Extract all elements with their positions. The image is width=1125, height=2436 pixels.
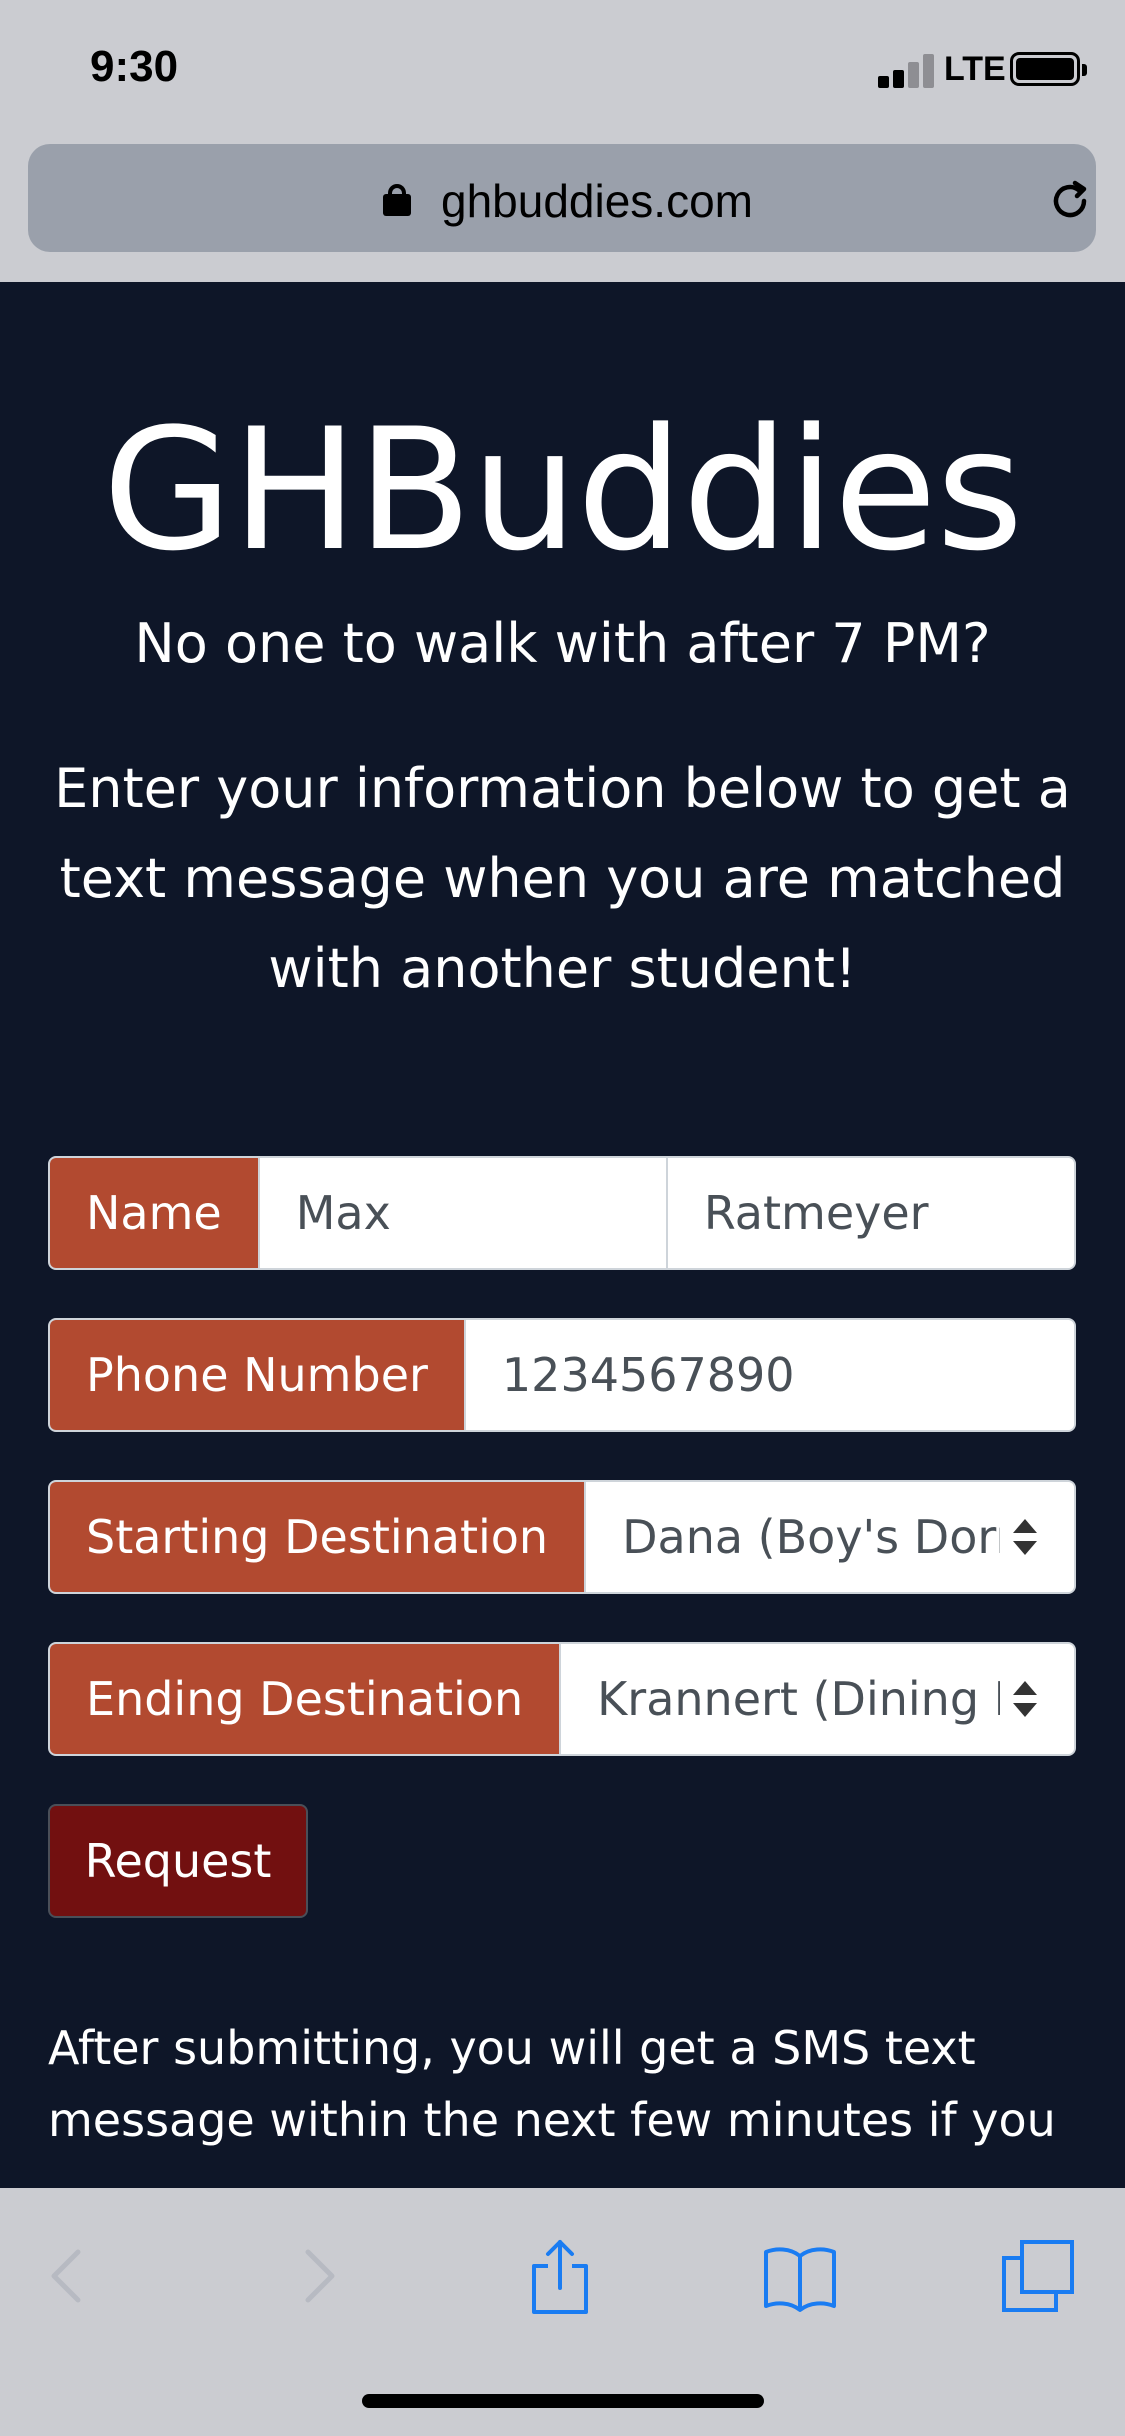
request-button[interactable]: Request [48,1804,308,1918]
start-destination-label: Starting Destination [50,1482,587,1592]
status-time: 9:30 [90,42,179,91]
end-destination-group: Ending Destination Krannert (Dining H [48,1642,1076,1756]
end-destination-select[interactable]: Krannert (Dining H [561,1644,1074,1754]
share-icon[interactable] [520,2236,600,2316]
phone-input-group: Phone Number 1234567890 [48,1318,1076,1432]
battery-icon [1010,52,1087,86]
select-arrows-icon [1012,1679,1038,1719]
status-bar: 9:30 LTE [0,0,1125,140]
lead-text: No one to walk with after 7 PM? [134,612,991,675]
browser-address-area: ghbuddies.com [0,140,1125,282]
back-icon[interactable] [30,2236,110,2316]
reload-icon[interactable] [1046,177,1094,225]
lock-icon [383,184,411,216]
name-input-group: Name Max Ratmeyer [48,1156,1076,1270]
page-title: GHBuddies [102,392,1023,588]
first-name-field[interactable]: Max [259,1158,666,1268]
home-indicator[interactable] [362,2394,764,2408]
end-destination-value: Krannert (Dining H [597,1672,1000,1726]
forward-icon[interactable] [276,2236,356,2316]
end-destination-label: Ending Destination [50,1644,562,1754]
phone-field[interactable]: 1234567890 [465,1320,1074,1430]
start-destination-value: Dana (Boy's Dorm [622,1510,1000,1564]
url-text[interactable]: ghbuddies.com [441,174,753,228]
intro-text: Enter your information below to get a te… [54,757,1071,1000]
name-label: Name [50,1158,260,1268]
cellular-signal-icon [878,52,938,88]
tabs-icon[interactable] [998,2236,1078,2316]
address-bar[interactable]: ghbuddies.com [28,144,1096,252]
last-name-field[interactable]: Ratmeyer [665,1158,1074,1268]
start-destination-select[interactable]: Dana (Boy's Dorm [586,1482,1074,1592]
bookmarks-icon[interactable] [760,2236,840,2316]
phone-label: Phone Number [50,1320,466,1430]
select-arrows-icon [1012,1517,1038,1557]
after-submit-text: After submitting, you will get a SMS tex… [48,2021,1056,2147]
network-type: LTE [944,50,1006,88]
start-destination-group: Starting Destination Dana (Boy's Dorm [48,1480,1076,1594]
